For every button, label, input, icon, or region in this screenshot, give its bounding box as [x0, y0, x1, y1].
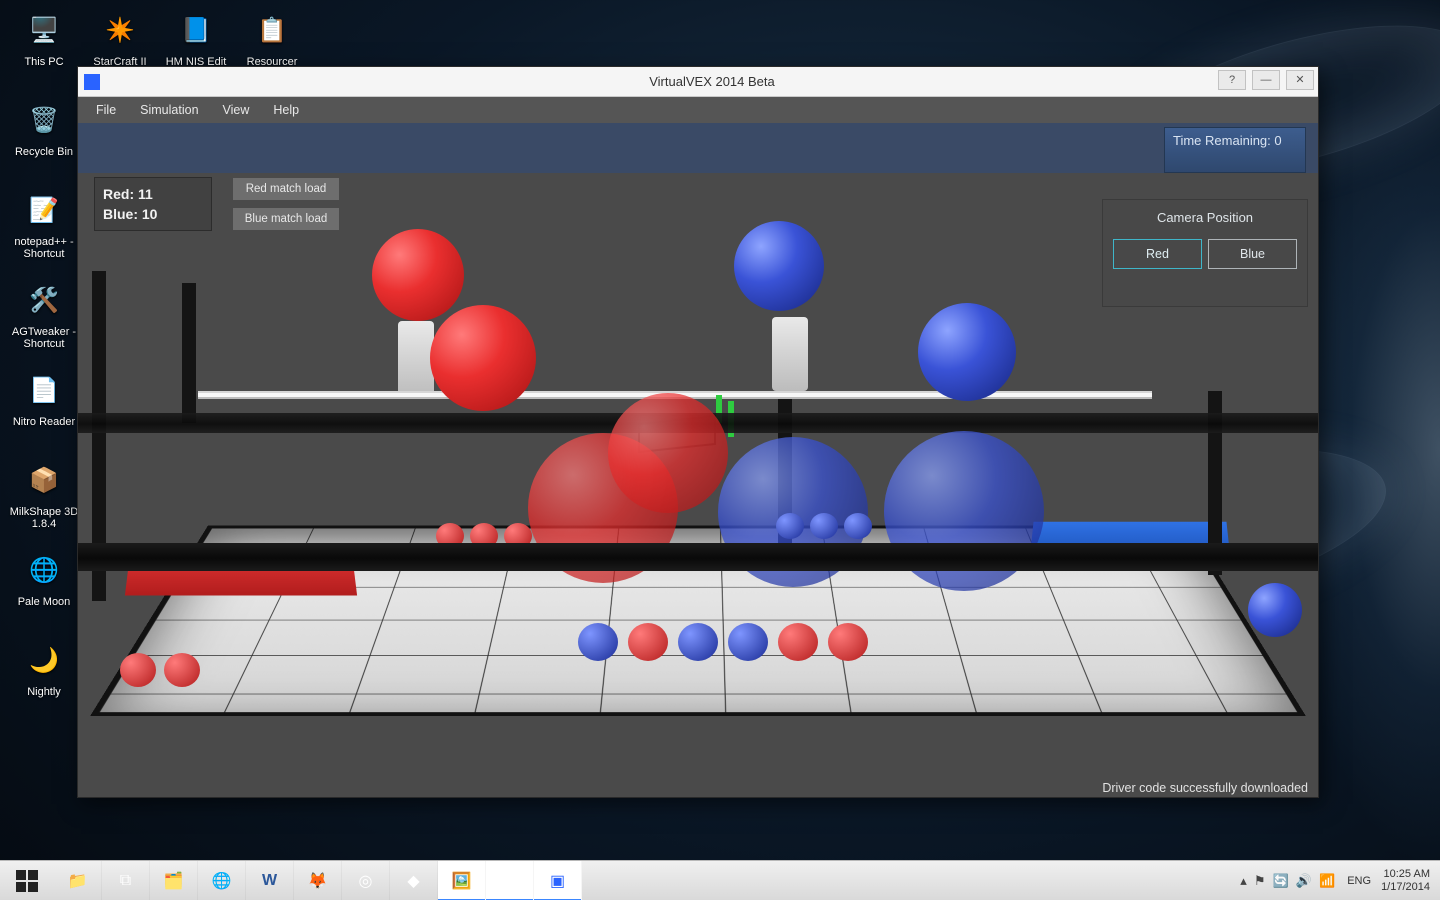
- blue-label: Blue:: [103, 206, 138, 222]
- taskbar-item-unity[interactable]: ◆: [390, 861, 438, 900]
- taskbar-item-folder[interactable]: 🗂️: [150, 861, 198, 900]
- tray-chevron-icon[interactable]: ▴: [1240, 873, 1247, 888]
- taskbar-item-virtualvex[interactable]: ▣: [534, 861, 582, 900]
- menubar: File Simulation View Help: [78, 97, 1318, 123]
- tray-date: 1/17/2014: [1381, 881, 1430, 894]
- tray-clock[interactable]: 10:25 AM 1/17/2014: [1381, 868, 1430, 894]
- time-remaining-panel: Time Remaining: 0: [1164, 127, 1306, 173]
- desktop-icon-notepadpp[interactable]: 📝notepad++ - Shortcut: [6, 188, 82, 272]
- red-label: Red:: [103, 186, 134, 202]
- desktop-icon-recycle-bin[interactable]: 🗑️Recycle Bin: [6, 98, 82, 182]
- blue-match-load-button[interactable]: Blue match load: [232, 207, 340, 231]
- camera-panel-title: Camera Position: [1113, 210, 1297, 225]
- window-title: VirtualVEX 2014 Beta: [106, 74, 1318, 89]
- blue-score: 10: [142, 206, 158, 222]
- match-load-buttons: Red match load Blue match load: [232, 177, 340, 231]
- camera-red-button[interactable]: Red: [1113, 239, 1202, 269]
- desktop-icon-palemoon[interactable]: 🌐Pale Moon: [6, 548, 82, 632]
- tray-time: 10:25 AM: [1381, 868, 1430, 881]
- viewport-3d[interactable]: Time Remaining: 0 Red: 11 Blue: 10 Red m…: [78, 123, 1318, 797]
- big-ball-red: [430, 305, 536, 411]
- windows-logo-icon: [16, 870, 38, 892]
- taskbar-item-file-explorer[interactable]: 📁: [54, 861, 102, 900]
- status-text: Driver code successfully downloaded: [1102, 781, 1308, 795]
- big-ball-blue: [734, 221, 824, 311]
- tray-icons[interactable]: ▴ ⚑ 🔄 🔊 📶: [1238, 873, 1337, 889]
- score-panel: Red: 11 Blue: 10: [94, 177, 212, 231]
- titlebar[interactable]: VirtualVEX 2014 Beta ? — ✕: [78, 67, 1318, 97]
- desktop-icon-agtweaker[interactable]: 🛠️AGTweaker - Shortcut: [6, 278, 82, 362]
- desktop-icon-this-pc[interactable]: 🖥️This PC: [6, 8, 82, 92]
- tray-flag-icon[interactable]: ⚑: [1254, 873, 1266, 888]
- taskbar-item-powershell[interactable]: ⧉: [102, 861, 150, 900]
- edge-ball-blue: [1248, 583, 1302, 637]
- help-button[interactable]: ?: [1218, 70, 1246, 90]
- floor-smallballs-left: [120, 653, 200, 687]
- taskbar-item-browser[interactable]: 🌐: [198, 861, 246, 900]
- time-label: Time Remaining:: [1173, 133, 1271, 148]
- desktop-icon-milkshape[interactable]: 📦MilkShape 3D 1.8.4: [6, 458, 82, 542]
- menu-view[interactable]: View: [213, 99, 260, 121]
- taskbar-item-obs[interactable]: ◎: [342, 861, 390, 900]
- camera-blue-button[interactable]: Blue: [1208, 239, 1297, 269]
- time-value: 0: [1274, 133, 1281, 148]
- app-window: VirtualVEX 2014 Beta ? — ✕ File Simulati…: [77, 66, 1319, 798]
- camera-position-panel: Camera Position Red Blue: [1102, 199, 1308, 307]
- rail-smallballs-blue: [776, 513, 872, 539]
- tray-network-icon[interactable]: 📶: [1319, 873, 1335, 888]
- system-tray: ▴ ⚑ 🔄 🔊 📶 ENG 10:25 AM 1/17/2014: [1238, 868, 1440, 894]
- red-score: 11: [138, 186, 153, 202]
- floor-smallballs-center: [578, 623, 868, 661]
- back-post: [182, 283, 196, 423]
- desktop-icons-column: 🖥️This PC 🗑️Recycle Bin 📝notepad++ - Sho…: [6, 8, 86, 728]
- menu-help[interactable]: Help: [263, 99, 309, 121]
- tray-volume-icon[interactable]: 🔊: [1296, 873, 1312, 888]
- taskbar-item-word[interactable]: W: [246, 861, 294, 900]
- large-ball-red: [608, 393, 728, 513]
- menu-simulation[interactable]: Simulation: [130, 99, 208, 121]
- desktop-icon-nitro-reader[interactable]: 📄Nitro Reader: [6, 368, 82, 452]
- app-icon: [84, 74, 100, 90]
- start-button[interactable]: [0, 861, 54, 900]
- red-match-load-button[interactable]: Red match load: [232, 177, 340, 201]
- pedestal-blue: [772, 317, 808, 391]
- taskbar-item-gimp[interactable]: 🦊: [294, 861, 342, 900]
- big-ball-red: [372, 229, 464, 321]
- taskbar: 📁 ⧉ 🗂️ 🌐 W 🦊 ◎ ◆ 🖼️ ⬢ ▣ ▴ ⚑ 🔄 🔊 📶 ENG 10…: [0, 860, 1440, 900]
- menu-file[interactable]: File: [86, 99, 126, 121]
- close-button[interactable]: ✕: [1286, 70, 1314, 90]
- taskbar-item-nsis[interactable]: ⬢: [486, 861, 534, 900]
- tray-sync-icon[interactable]: 🔄: [1273, 873, 1289, 888]
- taskbar-item-images[interactable]: 🖼️: [438, 861, 486, 900]
- front-crossbar: [78, 543, 1318, 571]
- desktop-icon-nightly[interactable]: 🌙Nightly: [6, 638, 82, 722]
- tray-language[interactable]: ENG: [1347, 875, 1371, 887]
- minimize-button[interactable]: —: [1252, 70, 1280, 90]
- pedestal-red: [398, 321, 434, 397]
- big-ball-blue: [918, 303, 1016, 401]
